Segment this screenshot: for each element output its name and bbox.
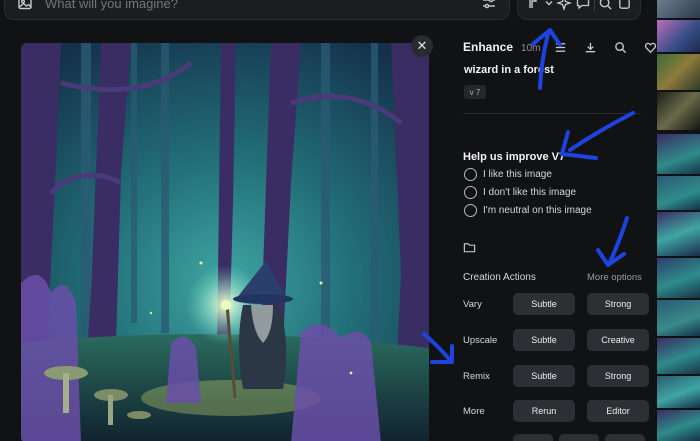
thumbnail[interactable] xyxy=(657,338,700,374)
tune-icon[interactable] xyxy=(481,0,497,11)
rerun-button[interactable]: Rerun xyxy=(513,400,575,422)
divider xyxy=(463,113,641,114)
detail-panel: Enhance 10m wizard in a forest v 7 Help … xyxy=(455,30,656,441)
detail-actions xyxy=(551,38,659,56)
prompt-text[interactable]: wizard in a forest xyxy=(464,64,554,76)
folder-icon[interactable] xyxy=(463,241,476,254)
feedback-option-label: I like this image xyxy=(483,169,552,180)
thumbnail[interactable] xyxy=(657,212,700,256)
feedback-option-dislike[interactable]: I don't like this image xyxy=(464,186,576,199)
action-row-upscale: Upscale Subtle Creative xyxy=(463,329,649,353)
vary-strong-button[interactable]: Strong xyxy=(587,293,649,315)
action-label: Upscale xyxy=(463,335,498,346)
download-icon[interactable] xyxy=(581,38,599,56)
search-icon[interactable] xyxy=(611,38,629,56)
action-row-remix: Remix Subtle Strong xyxy=(463,365,649,389)
upscale-creative-button[interactable]: Creative xyxy=(587,329,649,351)
thumbnail[interactable] xyxy=(657,176,700,210)
detail-timestamp: 10m xyxy=(521,43,541,54)
editor-button[interactable]: Editor xyxy=(587,400,649,422)
radio-button[interactable] xyxy=(464,204,477,217)
partial-button[interactable] xyxy=(559,434,599,441)
creation-actions-title: Creation Actions xyxy=(463,272,536,283)
feedback-option-like[interactable]: I like this image xyxy=(464,168,552,181)
close-button[interactable]: ✕ xyxy=(411,35,433,57)
remix-subtle-button[interactable]: Subtle xyxy=(513,365,575,387)
action-label: More xyxy=(463,406,485,417)
annotation-arrowhead xyxy=(430,344,454,364)
thumbnail-strip xyxy=(657,0,700,441)
feedback-title: Help us improve V7 xyxy=(463,151,566,163)
generated-image[interactable] xyxy=(21,43,429,441)
thumbnail[interactable] xyxy=(657,300,700,336)
detail-header: Enhance 10m xyxy=(463,40,540,54)
thumbnail[interactable] xyxy=(657,54,700,90)
tool-group xyxy=(517,0,641,20)
remix-strong-button[interactable]: Strong xyxy=(587,365,649,387)
more-options-link[interactable]: More options xyxy=(587,272,642,283)
prompt-bar[interactable] xyxy=(4,0,510,20)
radio-button[interactable] xyxy=(464,186,477,199)
image-icon[interactable] xyxy=(17,0,33,11)
action-label: Vary xyxy=(463,299,482,310)
sparkle-icon[interactable] xyxy=(555,0,573,12)
feedback-option-label: I'm neutral on this image xyxy=(483,205,592,216)
thumbnail[interactable] xyxy=(657,0,700,18)
upscale-subtle-button[interactable]: Subtle xyxy=(513,329,575,351)
thumbnail[interactable] xyxy=(657,410,700,441)
search-icon[interactable] xyxy=(596,0,614,12)
menu-icon[interactable] xyxy=(551,38,569,56)
expand-icon[interactable] xyxy=(615,0,633,12)
detail-title: Enhance xyxy=(463,40,514,54)
partial-button[interactable] xyxy=(513,434,553,441)
radio-button[interactable] xyxy=(464,168,477,181)
thumbnail[interactable] xyxy=(657,376,700,408)
feedback-option-label: I don't like this image xyxy=(483,187,577,198)
thumbnail[interactable] xyxy=(657,134,700,174)
action-row-more: More Rerun Editor xyxy=(463,400,649,424)
partial-button[interactable] xyxy=(605,434,645,441)
thumbnail[interactable] xyxy=(657,20,700,52)
thumbnail[interactable] xyxy=(657,258,700,298)
wizard-forest-artwork xyxy=(21,43,429,441)
action-label: Remix xyxy=(463,371,490,382)
vary-subtle-button[interactable]: Subtle xyxy=(513,293,575,315)
chevron-down-icon[interactable] xyxy=(544,0,554,12)
toolbar-divider xyxy=(593,0,595,12)
action-row-vary: Vary Subtle Strong xyxy=(463,293,649,317)
thumbnail[interactable] xyxy=(657,92,700,130)
prompt-input[interactable] xyxy=(45,0,481,11)
version-badge: v 7 xyxy=(464,85,486,99)
brush-icon[interactable] xyxy=(525,0,543,12)
action-row-partial xyxy=(463,434,645,441)
chat-icon[interactable] xyxy=(574,0,592,12)
feedback-option-neutral[interactable]: I'm neutral on this image xyxy=(464,204,592,217)
